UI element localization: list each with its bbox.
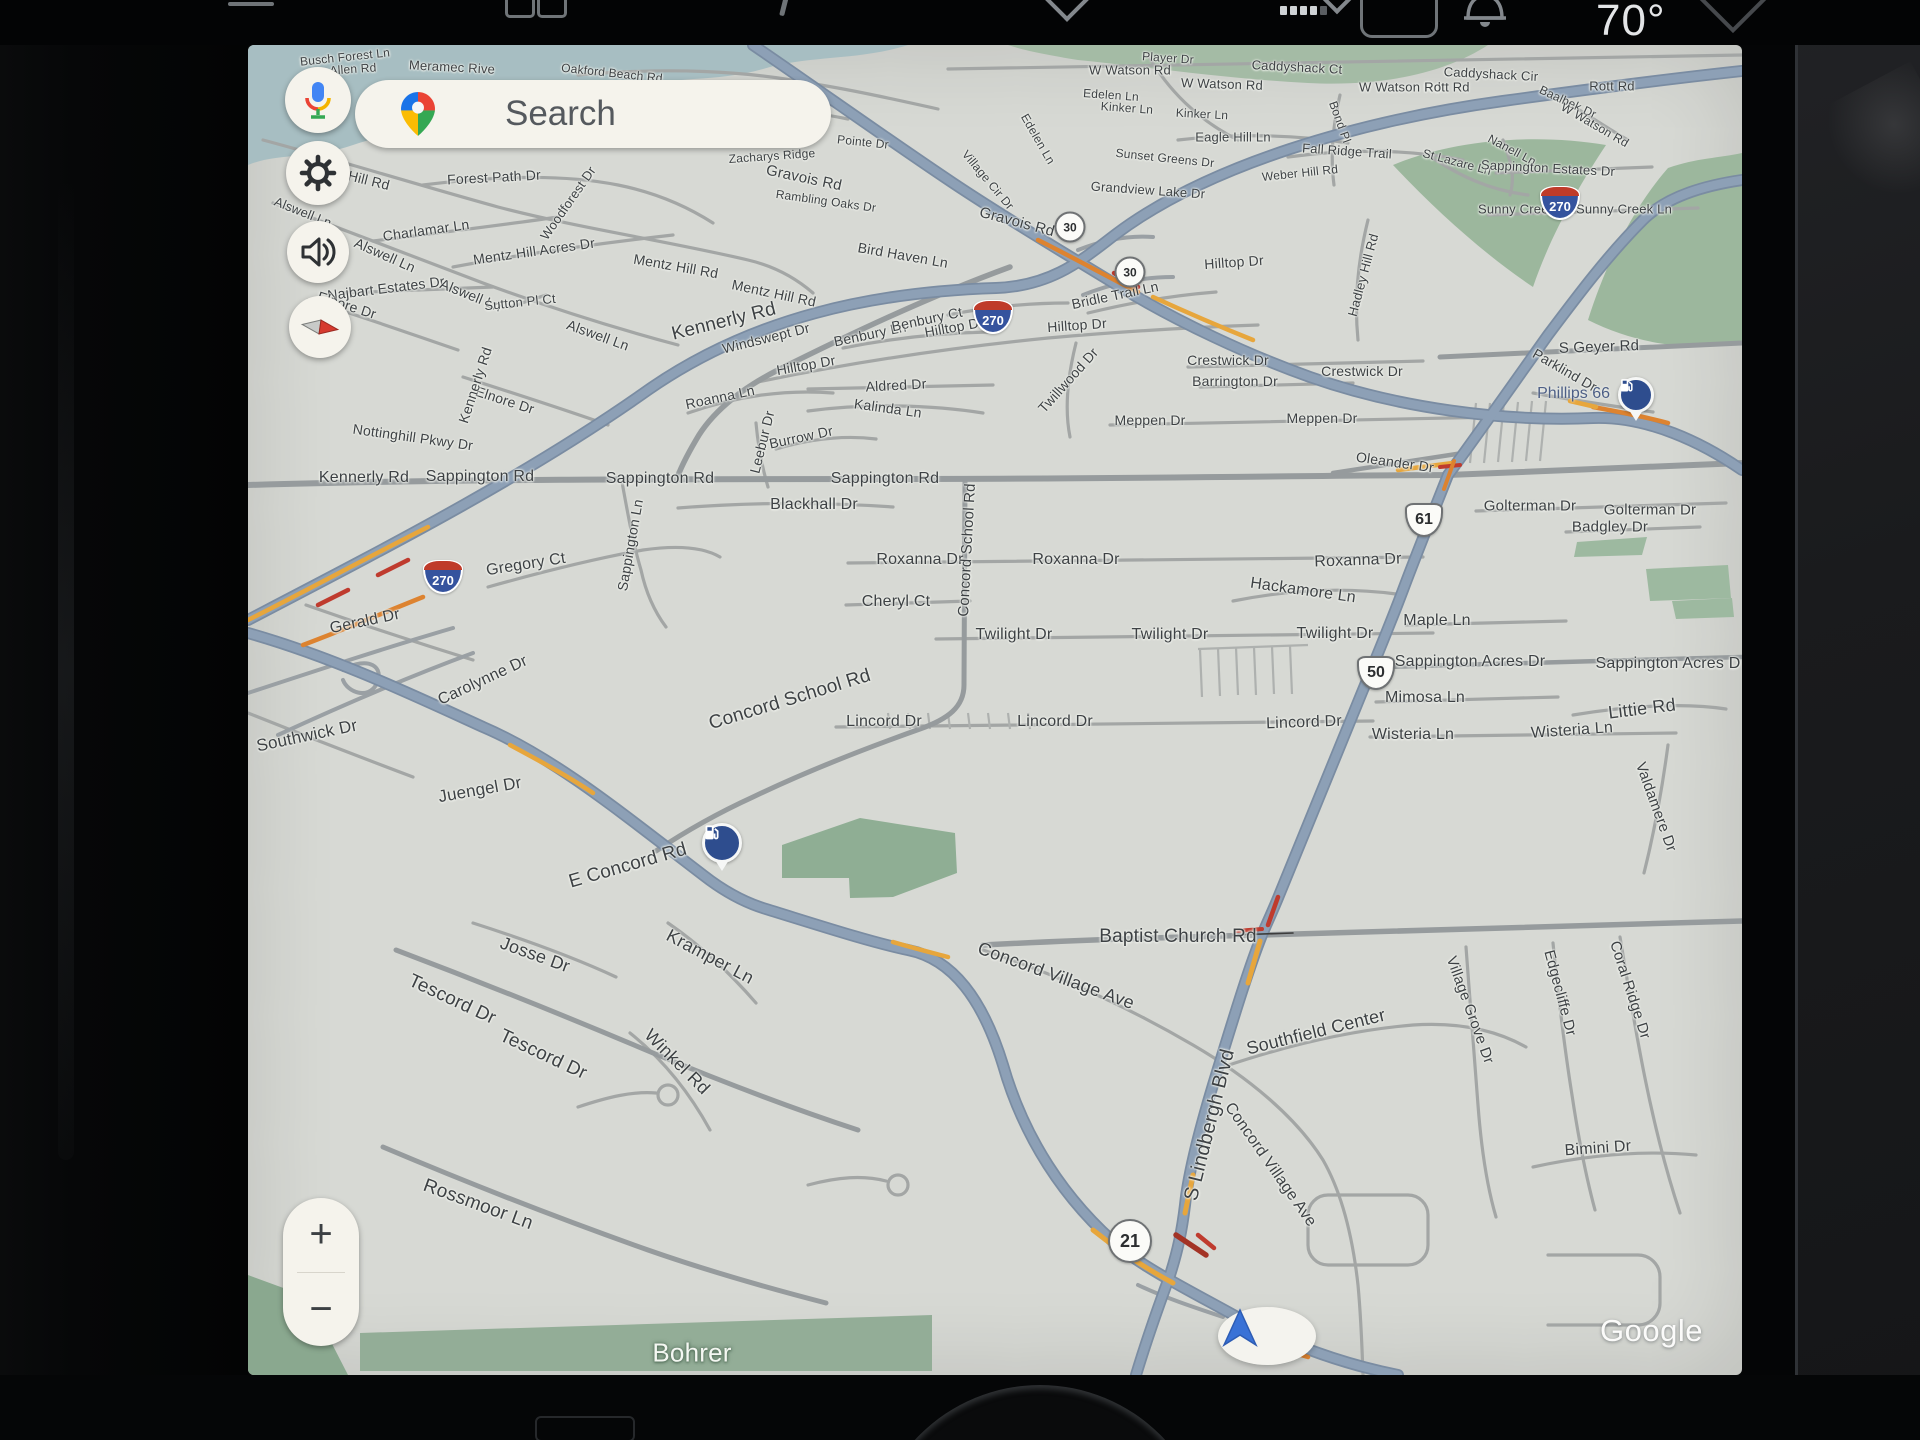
dashboard-right-bezel: [1742, 0, 1800, 1440]
street-label: Roxanna Dr: [1314, 550, 1402, 571]
gear-icon: [299, 154, 337, 192]
street-label: Lincord Dr: [846, 713, 922, 731]
street-label: Lincord Dr: [1017, 713, 1093, 731]
street-label: Sunny Creek Ln: [1576, 202, 1672, 217]
street-label: Blackhall Dr: [770, 496, 858, 514]
pin-tail: [1629, 410, 1643, 421]
compass-needle-icon: [295, 302, 345, 352]
street-label: Golterman Dr: [1604, 502, 1696, 519]
street-label: Twilight Dr: [976, 626, 1053, 644]
menu-icon[interactable]: [228, 2, 274, 6]
dashboard-left-bezel: [0, 0, 248, 1440]
bell-icon[interactable]: [1460, 0, 1510, 28]
gas-station-pin[interactable]: [702, 823, 742, 871]
google-attribution: Google: [1600, 1313, 1703, 1349]
street-label: Twilight Dr: [1132, 626, 1209, 644]
map-surface[interactable]: Busch Forest LnAllen RdMeramec RiveOakfo…: [248, 45, 1742, 1375]
bezel-glint: [58, 180, 74, 1160]
voice-mic-button[interactable]: [285, 67, 351, 133]
gas-pump-icon: [702, 823, 742, 863]
search-bar[interactable]: Search: [355, 80, 831, 148]
app-grid-icon[interactable]: [537, 0, 567, 18]
street-label: Meppen Dr: [1286, 410, 1357, 426]
route-shield-30: 30: [1055, 212, 1086, 243]
compass-button[interactable]: [289, 296, 351, 358]
area-label: Bohrer: [652, 1338, 731, 1369]
street-label: Kennerly Rd: [319, 469, 409, 487]
status-bar: 70°: [0, 0, 1920, 45]
street-label: Baptist Church Rd: [1099, 926, 1257, 948]
trim-highlight: [1813, 61, 1920, 219]
map-canvas: [248, 45, 1742, 1375]
street-label: Rott Rd: [1424, 80, 1469, 95]
street-label: Mimosa Ln: [1385, 689, 1465, 707]
street-label: Eagle Hill Ln: [1195, 130, 1271, 145]
settings-button[interactable]: [286, 141, 350, 205]
street-label: Rott Rd: [1589, 79, 1634, 94]
dashboard-leather-trim: [1795, 0, 1920, 1440]
gas-pump-icon: [1618, 377, 1654, 413]
nav-diamond-icon: [1695, 0, 1771, 33]
trim-seam: [1795, 0, 1798, 1440]
street-label: Badgley Dr: [1572, 519, 1648, 536]
street-label: Sappington Acres Dr: [1395, 653, 1546, 671]
street-label: Aldred Dr: [865, 375, 927, 394]
street-label: Crestwick Dr: [1187, 352, 1269, 368]
street-label: Twilight Dr: [1297, 625, 1374, 643]
street-label: Cheryl Ct: [862, 593, 930, 611]
google-maps-pin-icon: [401, 92, 435, 136]
street-label: Crestwick Dr: [1321, 363, 1403, 379]
zoom-out-button[interactable]: −: [283, 1273, 359, 1347]
infotainment-screen: 70°: [0, 0, 1920, 1440]
street-label: Sappington Rd: [606, 470, 714, 488]
chevron-down-icon[interactable]: [1040, 0, 1094, 22]
volume-button[interactable]: [287, 221, 349, 283]
zoom-in-button[interactable]: +: [283, 1198, 359, 1272]
street-label: S Geyer Rd: [1559, 337, 1640, 357]
pin-tail: [715, 860, 729, 871]
app-grid-icon[interactable]: [505, 0, 535, 18]
mic-icon: [301, 80, 335, 120]
route-shield-30: 30: [1115, 257, 1146, 288]
vehicle-location-marker[interactable]: [1218, 1307, 1316, 1365]
street-label: W Watson Rd: [1181, 75, 1263, 93]
signal-bars-icon: [1280, 6, 1327, 15]
bottom-vent: [535, 1416, 635, 1440]
street-label: Sappington Rd: [831, 470, 939, 488]
street-label: Roxanna Dr: [1032, 551, 1119, 569]
street-label: Maple Ln: [1403, 612, 1470, 630]
nav-arrow-icon: [1218, 1307, 1262, 1349]
gas-station-pin[interactable]: Phillips 66: [1618, 377, 1654, 421]
street-label: Meppen Dr: [1114, 412, 1185, 428]
media-tick-icon[interactable]: [779, 0, 790, 16]
speaker-icon: [300, 236, 336, 268]
temperature-readout: 70°: [1596, 0, 1666, 46]
route-shield-21: 21: [1108, 1219, 1152, 1263]
device-box-icon[interactable]: [1360, 0, 1438, 38]
zoom-control: + −: [283, 1198, 359, 1346]
street-label: Sappington Rd: [426, 468, 534, 486]
street-label: Lincord Dr: [1266, 713, 1342, 734]
street-label: W Watson Rd: [1089, 63, 1171, 78]
street-label: Barrington Dr: [1192, 373, 1278, 389]
street-label: Sappington Acres D: [1595, 655, 1740, 673]
street-label: Wisteria Ln: [1372, 726, 1454, 744]
street-label: Kinker Ln: [1175, 106, 1228, 123]
poi-label: Phillips 66: [1537, 385, 1610, 403]
search-placeholder: Search: [505, 94, 616, 134]
street-label: Roxanna Dr: [876, 551, 963, 569]
street-label: Golterman Dr: [1484, 498, 1576, 515]
